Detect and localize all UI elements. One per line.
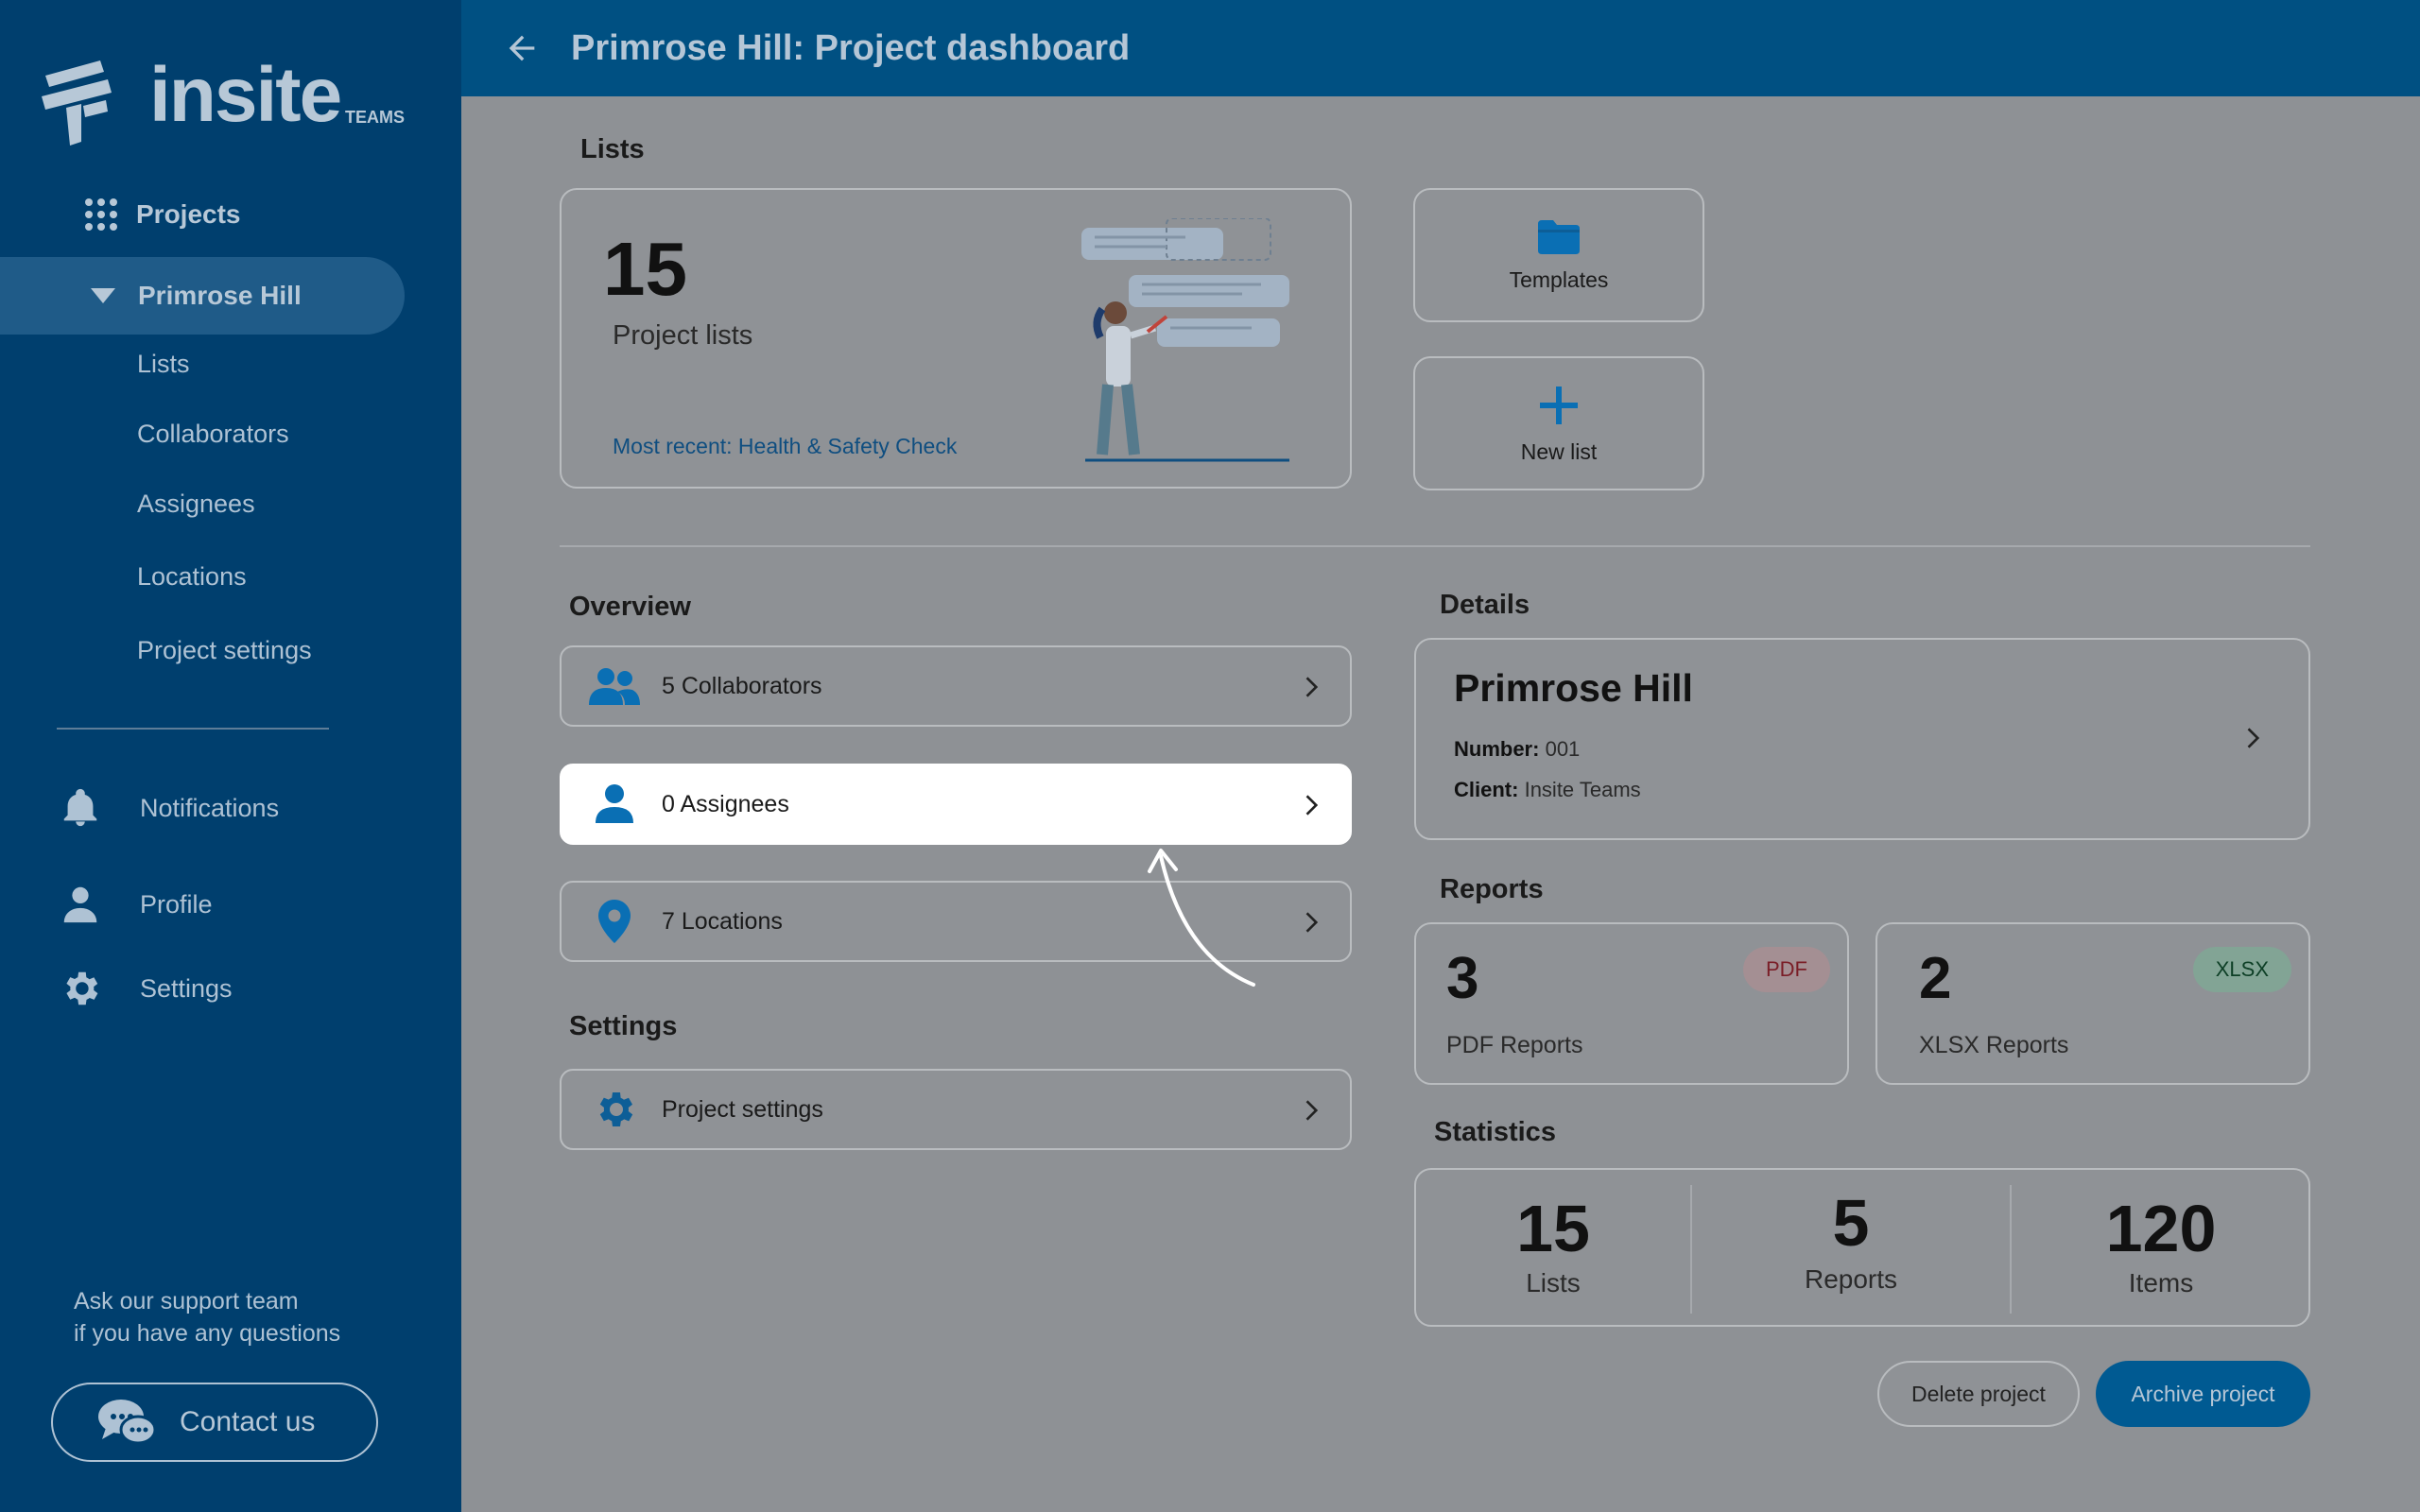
sidebar-item-assignees[interactable]: Assignees — [137, 490, 255, 519]
nav-active-project-label: Primrose Hill — [138, 281, 302, 310]
project-settings-label: Project settings — [662, 1095, 823, 1123]
new-list-label: New list — [1520, 438, 1598, 464]
sidebar-item-collaborators[interactable]: Collaborators — [137, 420, 289, 449]
project-name: Primrose Hill — [1454, 666, 1693, 710]
chat-bubbles-icon — [98, 1400, 157, 1445]
gear-icon — [66, 971, 98, 1005]
support-text: Ask our support team if you have any que… — [74, 1285, 340, 1349]
apps-grid-icon — [85, 198, 117, 231]
stat-lists: 15 Lists — [1416, 1170, 1690, 1329]
archive-project-button[interactable]: Archive project — [2096, 1361, 2310, 1427]
project-lists-card[interactable]: 15 Project lists Most recent: Health & S… — [560, 188, 1352, 489]
templates-label: Templates — [1509, 266, 1609, 292]
most-recent-link[interactable]: Most recent: Health & Safety Check — [613, 434, 957, 459]
project-details-card[interactable]: Primrose Hill Number: 001 Client: Insite… — [1414, 638, 2310, 840]
project-number: 001 — [1545, 737, 1581, 761]
project-client: Insite Teams — [1524, 778, 1641, 801]
project-client-line: Client: Insite Teams — [1454, 778, 1641, 802]
brand-suffix: TEAMS — [345, 108, 405, 127]
section-divider — [560, 545, 2310, 547]
pdf-reports-count: 3 — [1446, 946, 1479, 1011]
assignees-label: 0 Assignees — [662, 790, 789, 817]
xlsx-badge: XLSX — [2192, 947, 2291, 992]
support-line-2: if you have any questions — [74, 1320, 341, 1347]
stat-reports-label: Reports — [1804, 1264, 1898, 1294]
collaborators-row[interactable]: 5 Collaborators — [560, 645, 1352, 727]
page-title: Primrose Hill: Project dashboard — [571, 27, 1131, 68]
top-header: Primrose Hill: Project dashboard — [461, 0, 2420, 96]
project-number-label: Number: — [1454, 737, 1540, 761]
chevron-right-icon — [1305, 1100, 1319, 1121]
delete-project-button[interactable]: Delete project — [1877, 1361, 2080, 1427]
chevron-right-icon — [1305, 677, 1319, 697]
stat-items-value: 120 — [2105, 1192, 2217, 1265]
templates-button[interactable]: Templates — [1413, 188, 1704, 322]
new-list-button[interactable]: New list — [1413, 356, 1704, 490]
contact-us-label: Contact us — [180, 1406, 316, 1437]
stat-reports: 5 Reports — [1692, 1170, 2010, 1329]
xlsx-reports-count: 2 — [1919, 946, 1952, 1011]
sidebar-link-notifications-label: Notifications — [140, 793, 280, 822]
xlsx-reports-label: XLSX Reports — [1919, 1032, 2069, 1058]
sidebar-item-lists[interactable]: Lists — [137, 350, 190, 379]
folder-icon — [1538, 219, 1580, 254]
overview-heading: Overview — [569, 592, 691, 622]
people-icon — [588, 660, 641, 713]
contact-us-button[interactable]: Contact us — [51, 1383, 378, 1462]
stat-reports-value: 5 — [1832, 1186, 1870, 1260]
lists-subtitle: Project lists — [613, 320, 753, 351]
sidebar-link-profile-label: Profile — [140, 889, 213, 919]
back-button[interactable] — [501, 27, 543, 69]
stat-lists-value: 15 — [1516, 1192, 1590, 1265]
sidebar-link-profile[interactable]: Profile — [59, 883, 213, 926]
stat-lists-label: Lists — [1526, 1268, 1581, 1297]
main-content: Lists 15 Project lists Most recent: Heal… — [461, 96, 2420, 1512]
pdf-badge: PDF — [1743, 947, 1830, 992]
pdf-reports-card[interactable]: 3 PDF PDF Reports — [1414, 922, 1849, 1085]
settings-heading: Settings — [569, 1011, 678, 1041]
sidebar-link-settings-label: Settings — [140, 973, 233, 1003]
support-line-1: Ask our support team — [74, 1288, 299, 1314]
map-pin-icon — [588, 895, 641, 948]
arrow-left-icon — [509, 35, 535, 61]
sidebar-item-project-settings[interactable]: Project settings — [137, 636, 312, 665]
plus-icon — [1540, 386, 1578, 424]
locations-label: 7 Locations — [662, 907, 783, 935]
statistics-card: 15 Lists 5 Reports 120 Items — [1414, 1168, 2310, 1327]
bell-icon — [63, 788, 97, 827]
stat-items-label: Items — [2128, 1268, 2194, 1297]
sidebar-divider — [57, 728, 329, 730]
brand-name: insite — [149, 52, 342, 138]
nav-projects[interactable]: Projects — [85, 198, 241, 231]
project-client-label: Client: — [1454, 778, 1519, 801]
lists-heading: Lists — [580, 134, 645, 164]
insite-logo-icon — [42, 60, 112, 146]
sidebar-link-settings[interactable]: Settings — [59, 967, 233, 1010]
statistics-heading: Statistics — [1434, 1117, 1556, 1147]
pointer-arrow-annotation — [1148, 849, 1255, 987]
lists-count: 15 — [603, 227, 687, 311]
reports-heading: Reports — [1440, 874, 1544, 904]
presenter-illustration — [1081, 218, 1289, 462]
project-number-line: Number: 001 — [1454, 737, 1580, 762]
chevron-right-icon — [1305, 795, 1319, 816]
project-settings-row[interactable]: Project settings — [560, 1069, 1352, 1150]
stat-items: 120 Items — [2012, 1170, 2310, 1329]
chevron-right-icon — [2247, 728, 2260, 748]
assignees-row[interactable]: 0 Assignees — [560, 764, 1352, 845]
caret-down-icon — [91, 288, 115, 303]
person-icon — [63, 886, 97, 923]
nav-projects-label: Projects — [136, 199, 241, 229]
sidebar-link-notifications[interactable]: Notifications — [59, 786, 279, 830]
gear-icon — [588, 1083, 641, 1136]
collaborators-label: 5 Collaborators — [662, 672, 822, 699]
xlsx-reports-card[interactable]: 2 XLSX XLSX Reports — [1876, 922, 2310, 1085]
chevron-right-icon — [1305, 912, 1319, 933]
nav-active-project[interactable]: Primrose Hill — [0, 257, 405, 335]
person-icon — [588, 778, 641, 831]
sidebar-item-locations[interactable]: Locations — [137, 562, 247, 592]
details-heading: Details — [1440, 590, 1530, 620]
sidebar: insite TEAMS Projects Primrose Hill List… — [0, 0, 461, 1512]
pdf-reports-label: PDF Reports — [1446, 1032, 1583, 1058]
